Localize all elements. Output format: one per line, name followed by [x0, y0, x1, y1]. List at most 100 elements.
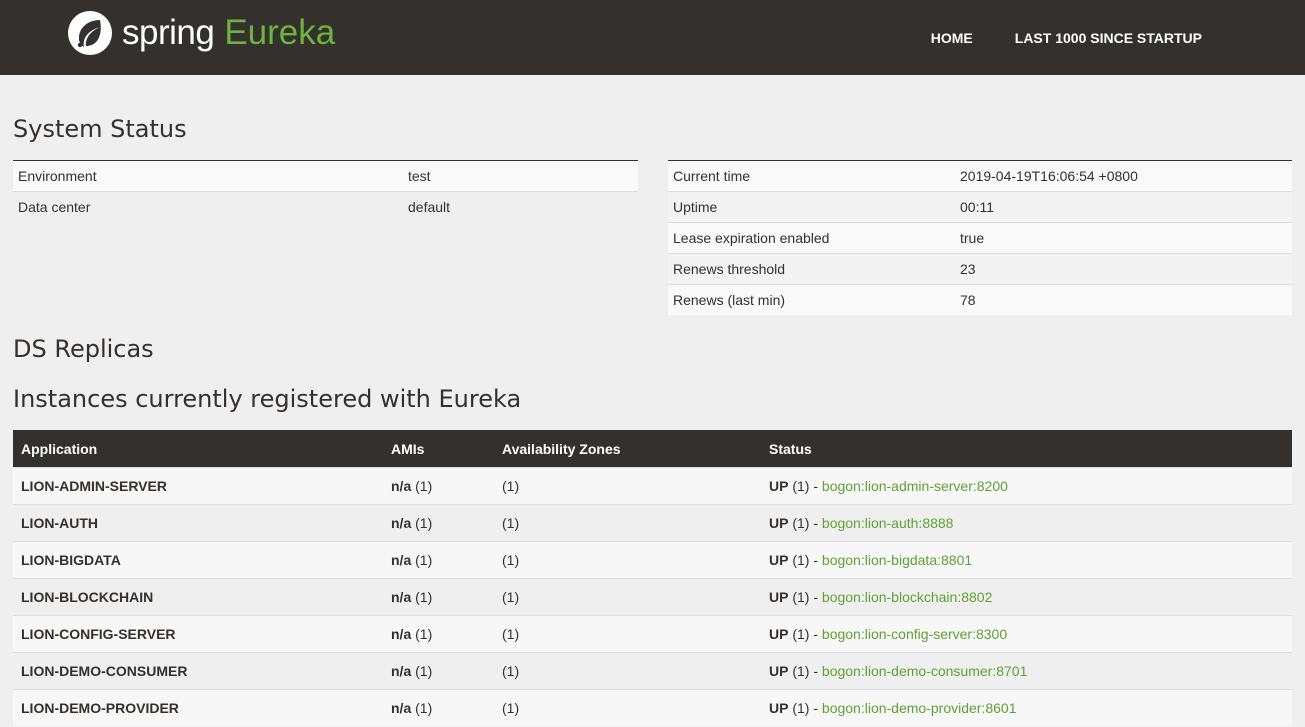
instance-row: LION-DEMO-CONSUMER n/a (1) (1) UP (1) - bog… — [13, 652, 1292, 690]
availability-zones-cell: (1) — [494, 689, 761, 726]
status-value: 00:11 — [955, 191, 1292, 223]
status-key: Renews threshold — [668, 253, 955, 285]
ami-count: (1) — [415, 515, 433, 531]
nav-last-1000-link[interactable]: LAST 1000 SINCE STARTUP — [1015, 30, 1202, 46]
ami-value: n/a — [391, 589, 412, 605]
status-cell: UP (1) - bogon:lion-bigdata:8801 — [761, 541, 1292, 579]
ami-count: (1) — [415, 663, 433, 679]
availability-zones-cell: (1) — [494, 578, 761, 616]
status-value: UP — [769, 589, 789, 605]
application-name: LION-AUTH — [13, 504, 383, 542]
status-cell: UP (1) - bogon:lion-admin-server:8200 — [761, 467, 1292, 505]
system-status-right-table: Current time 2019-04-19T16:06:54 +0800 Upt… — [668, 160, 1292, 315]
status-row: Environment test — [13, 160, 638, 192]
instance-row: LION-CONFIG-SERVER n/a (1) (1) UP (1) - bog… — [13, 615, 1292, 653]
instance-row: LION-AUTH n/a (1) (1) UP (1) - bogon:lion-a… — [13, 504, 1292, 542]
status-count: (1) - — [792, 626, 819, 642]
instance-row: LION-ADMIN-SERVER n/a (1) (1) UP (1) - bogo… — [13, 467, 1292, 505]
status-key: Current time — [668, 160, 955, 192]
instance-link[interactable]: bogon:lion-demo-consumer:8701 — [822, 663, 1027, 679]
application-name: LION-ADMIN-SERVER — [13, 467, 383, 505]
status-value: 2019-04-19T16:06:54 +0800 — [955, 160, 1292, 192]
ami-count: (1) — [415, 478, 433, 494]
status-cell: UP (1) - bogon:lion-demo-consumer:8701 — [761, 652, 1292, 690]
status-row: Renews threshold 23 — [668, 253, 1292, 285]
status-count: (1) - — [792, 589, 819, 605]
instance-row: LION-DEMO-PROVIDER n/a (1) (1) UP (1) - bog… — [13, 689, 1292, 726]
brand-spring-text: spring — [122, 13, 215, 52]
status-row: Lease expiration enabled true — [668, 222, 1292, 254]
brand-logo-link[interactable]: spring Eureka — [67, 10, 335, 56]
ami-value: n/a — [391, 552, 412, 568]
column-header-application: Application — [13, 430, 383, 468]
column-header-status: Status — [761, 430, 1292, 468]
amis-cell: n/a (1) — [383, 578, 494, 616]
availability-zones-cell: (1) — [494, 541, 761, 579]
status-key: Data center — [13, 191, 403, 222]
system-status-heading: System Status — [13, 115, 187, 143]
status-key: Environment — [13, 160, 403, 192]
amis-cell: n/a (1) — [383, 541, 494, 579]
status-count: (1) - — [792, 663, 819, 679]
spring-leaf-icon — [68, 11, 112, 55]
instance-link[interactable]: bogon:lion-admin-server:8200 — [822, 478, 1008, 494]
status-value: UP — [769, 626, 789, 642]
application-name: LION-BLOCKCHAIN — [13, 578, 383, 616]
status-key: Renews (last min) — [668, 284, 955, 315]
status-count: (1) - — [792, 552, 819, 568]
instance-link[interactable]: bogon:lion-auth:8888 — [822, 515, 954, 531]
status-value: UP — [769, 515, 789, 531]
instance-link[interactable]: bogon:lion-demo-provider:8601 — [822, 700, 1017, 716]
status-row: Renews (last min) 78 — [668, 284, 1292, 315]
application-name: LION-BIGDATA — [13, 541, 383, 579]
application-name: LION-DEMO-PROVIDER — [13, 689, 383, 726]
status-cell: UP (1) - bogon:lion-auth:8888 — [761, 504, 1292, 542]
instance-row: LION-BIGDATA n/a (1) (1) UP (1) - bogon:lio… — [13, 541, 1292, 579]
instance-link[interactable]: bogon:lion-blockchain:8802 — [822, 589, 992, 605]
instances-table: Application AMIs Availability Zones Stat… — [13, 430, 1292, 726]
status-key: Lease expiration enabled — [668, 222, 955, 254]
ami-value: n/a — [391, 626, 412, 642]
amis-cell: n/a (1) — [383, 467, 494, 505]
status-count: (1) - — [792, 478, 819, 494]
application-name: LION-DEMO-CONSUMER — [13, 652, 383, 690]
brand-eureka-text: Eureka — [224, 13, 336, 52]
status-value: UP — [769, 663, 789, 679]
availability-zones-cell: (1) — [494, 652, 761, 690]
status-cell: UP (1) - bogon:lion-blockchain:8802 — [761, 578, 1292, 616]
ami-count: (1) — [415, 700, 433, 716]
status-value: 78 — [955, 284, 1292, 315]
amis-cell: n/a (1) — [383, 615, 494, 653]
ami-value: n/a — [391, 515, 412, 531]
status-cell: UP (1) - bogon:lion-config-server:8300 — [761, 615, 1292, 653]
status-value: UP — [769, 700, 789, 716]
amis-cell: n/a (1) — [383, 652, 494, 690]
instance-row: LION-BLOCKCHAIN n/a (1) (1) UP (1) - bogon:… — [13, 578, 1292, 616]
column-header-availability-zones: Availability Zones — [494, 430, 761, 468]
status-key: Uptime — [668, 191, 955, 223]
nav-home-link[interactable]: HOME — [931, 30, 973, 46]
amis-cell: n/a (1) — [383, 504, 494, 542]
status-value: 23 — [955, 253, 1292, 285]
status-row: Current time 2019-04-19T16:06:54 +0800 — [668, 160, 1292, 192]
ami-value: n/a — [391, 700, 412, 716]
ami-count: (1) — [415, 589, 433, 605]
column-header-amis: AMIs — [383, 430, 494, 468]
instance-link[interactable]: bogon:lion-bigdata:8801 — [822, 552, 972, 568]
ami-count: (1) — [415, 552, 433, 568]
nav-links: HOME LAST 1000 SINCE STARTUP — [889, 0, 1202, 75]
instances-header-row: Application AMIs Availability Zones Stat… — [13, 430, 1292, 468]
navbar: spring Eureka HOME LAST 1000 SINCE START… — [0, 0, 1305, 75]
ds-replicas-heading: DS Replicas — [13, 335, 154, 363]
instance-link[interactable]: bogon:lion-config-server:8300 — [822, 626, 1007, 642]
status-count: (1) - — [792, 515, 819, 531]
availability-zones-cell: (1) — [494, 504, 761, 542]
status-row: Uptime 00:11 — [668, 191, 1292, 223]
status-value: default — [403, 191, 638, 222]
status-value: test — [403, 160, 638, 192]
availability-zones-cell: (1) — [494, 615, 761, 653]
status-value: UP — [769, 478, 789, 494]
ami-count: (1) — [415, 626, 433, 642]
instances-heading: Instances currently registered with Eure… — [13, 385, 522, 413]
availability-zones-cell: (1) — [494, 467, 761, 505]
